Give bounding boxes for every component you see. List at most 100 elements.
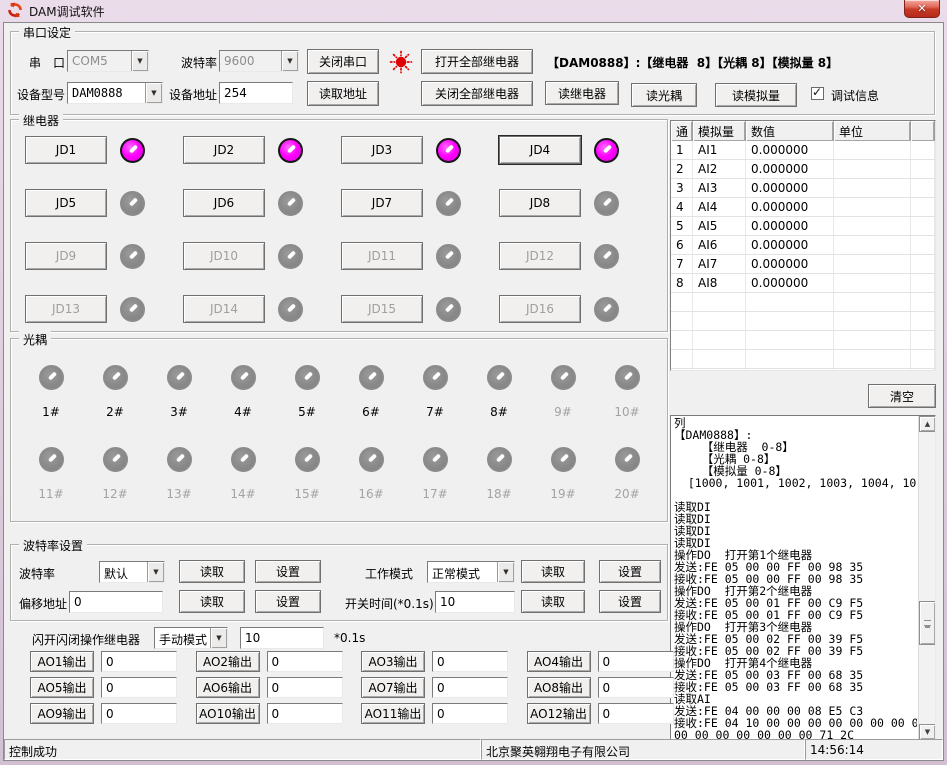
analog-table-row[interactable] (671, 350, 935, 369)
analog-table-row[interactable]: 6AI60.000000 (671, 236, 935, 255)
relay-button[interactable]: JD7 (341, 189, 423, 217)
analog-col-header[interactable]: 单位 (834, 121, 911, 141)
log-box[interactable]: 列 【DAM0888】: 【继电器 0-8】 【光耦 0-8】 【模拟量 0-8… (670, 415, 936, 741)
relay-button[interactable]: JD11 (341, 242, 423, 270)
analog-table-row[interactable]: 3AI30.000000 (671, 179, 935, 198)
ao-output-button[interactable]: AO11输出 (361, 703, 425, 724)
ao-output-button[interactable]: AO1输出 (30, 651, 94, 672)
device-model-select[interactable]: DAM0888 ▼ (67, 82, 163, 104)
analog-table-row[interactable] (671, 293, 935, 312)
read-analog-button[interactable]: 读模拟量 (715, 83, 797, 107)
ao-output-button[interactable]: AO5输出 (30, 677, 94, 698)
relay-button[interactable]: JD14 (183, 295, 265, 323)
chevron-down-icon[interactable]: ▼ (210, 628, 227, 648)
scroll-down-icon[interactable]: ▼ (919, 724, 936, 740)
relay-button[interactable]: JD3 (341, 136, 423, 164)
read-baud-button[interactable]: 读取 (179, 560, 245, 583)
analog-col-header[interactable]: 通 (671, 121, 693, 141)
relay-button[interactable]: JD12 (499, 242, 581, 270)
analog-table-row[interactable]: 4AI40.000000 (671, 198, 935, 217)
titlebar[interactable]: DAM调试软件 ✕ (0, 0, 947, 22)
open-all-relays-button[interactable]: 打开全部继电器 (421, 49, 533, 74)
chevron-down-icon[interactable]: ▼ (145, 83, 162, 103)
log-scrollbar[interactable]: ▲ ▼ (918, 416, 935, 740)
switch-time-input[interactable] (435, 591, 515, 613)
chevron-down-icon[interactable]: ▼ (497, 562, 514, 582)
flash-time-input[interactable] (240, 627, 324, 649)
close-button[interactable]: ✕ (904, 0, 940, 18)
set-baud-button[interactable]: 设置 (255, 560, 321, 583)
set-offset-button[interactable]: 设置 (255, 590, 321, 613)
ao-value-input[interactable] (432, 677, 508, 698)
ao-output-button[interactable]: AO4输出 (527, 651, 591, 672)
close-all-relays-button[interactable]: 关闭全部继电器 (421, 81, 533, 106)
ao-output-button[interactable]: AO3输出 (361, 651, 425, 672)
analog-table-row[interactable] (671, 312, 935, 331)
ao-value-input[interactable] (432, 703, 508, 724)
analog-table-cell: AI1 (693, 141, 746, 159)
ao-value-input[interactable] (267, 703, 343, 724)
relay-button[interactable]: JD2 (183, 136, 265, 164)
ao-output-button[interactable]: AO8输出 (527, 677, 591, 698)
analog-table-row[interactable]: 2AI20.000000 (671, 160, 935, 179)
baudrate2-select[interactable]: 默认 ▼ (99, 561, 165, 583)
analog-table-row[interactable]: 1AI10.000000 (671, 141, 935, 160)
ao-value-input[interactable] (598, 651, 674, 672)
clear-log-button[interactable]: 清空 (868, 384, 936, 408)
set-time-button[interactable]: 设置 (599, 590, 661, 613)
relay-button[interactable]: JD16 (499, 295, 581, 323)
ao-value-input[interactable] (267, 677, 343, 698)
read-mode-button[interactable]: 读取 (521, 560, 585, 583)
relay-button[interactable]: JD4 (499, 136, 581, 164)
offset-address-input[interactable] (69, 591, 163, 613)
relay-button[interactable]: JD6 (183, 189, 265, 217)
analog-table-row[interactable]: 5AI50.000000 (671, 217, 935, 236)
device-address-input[interactable] (219, 82, 293, 104)
ao-value-input[interactable] (101, 651, 177, 672)
read-address-button[interactable]: 读取地址 (307, 81, 379, 106)
ao-output-button[interactable]: AO12输出 (527, 703, 591, 724)
relay-button[interactable]: JD1 (25, 136, 107, 164)
baudrate-select[interactable]: 9600 ▼ (219, 50, 299, 72)
read-time-button[interactable]: 读取 (521, 590, 585, 613)
chevron-down-icon[interactable]: ▼ (131, 51, 148, 71)
analog-table-row[interactable]: 7AI70.000000 (671, 255, 935, 274)
ao-output-button[interactable]: AO7输出 (361, 677, 425, 698)
flash-mode-select[interactable]: 手动模式 ▼ (154, 627, 228, 649)
close-serial-button[interactable]: 关闭串口 (307, 49, 379, 74)
chevron-down-icon[interactable]: ▼ (147, 562, 164, 582)
relay-button[interactable]: JD5 (25, 189, 107, 217)
analog-col-header[interactable]: 数值 (746, 121, 834, 141)
ao-value-input[interactable] (432, 651, 508, 672)
scrollbar-thumb[interactable] (919, 601, 936, 645)
relay-button[interactable]: JD15 (341, 295, 423, 323)
com-port-select[interactable]: COM5 ▼ (67, 50, 149, 72)
read-opto-button[interactable]: 读光耦 (631, 83, 697, 107)
relay-button[interactable]: JD9 (25, 242, 107, 270)
analog-table-row[interactable] (671, 331, 935, 350)
work-mode-select[interactable]: 正常模式 ▼ (427, 561, 515, 583)
ao-output-button[interactable]: AO6输出 (196, 677, 260, 698)
ao-value-input[interactable] (598, 703, 674, 724)
relay-button[interactable]: JD10 (183, 242, 265, 270)
scroll-up-icon[interactable]: ▲ (919, 416, 936, 432)
ao-value-input[interactable] (267, 651, 343, 672)
chevron-down-icon[interactable]: ▼ (281, 51, 298, 71)
read-relays-button[interactable]: 读继电器 (545, 81, 619, 105)
ao-value-input[interactable] (598, 677, 674, 698)
debug-info-checkbox[interactable]: ✓ (811, 87, 824, 100)
analog-col-header[interactable]: 模拟量 (693, 121, 746, 141)
work-mode-value: 正常模式 (428, 562, 497, 582)
set-mode-button[interactable]: 设置 (599, 560, 661, 583)
ao-output-button[interactable]: AO9输出 (30, 703, 94, 724)
ao-output-button[interactable]: AO2输出 (196, 651, 260, 672)
ao-value-input[interactable] (101, 703, 177, 724)
relay-button[interactable]: JD8 (499, 189, 581, 217)
ao-value-input[interactable] (101, 677, 177, 698)
read-offset-button[interactable]: 读取 (179, 590, 245, 613)
analog-table-row[interactable]: 8AI80.000000 (671, 274, 935, 293)
relay-button[interactable]: JD13 (25, 295, 107, 323)
analog-col-header[interactable] (911, 121, 935, 141)
ao-output-button[interactable]: AO10输出 (196, 703, 260, 724)
analog-table-row[interactable] (671, 369, 935, 371)
